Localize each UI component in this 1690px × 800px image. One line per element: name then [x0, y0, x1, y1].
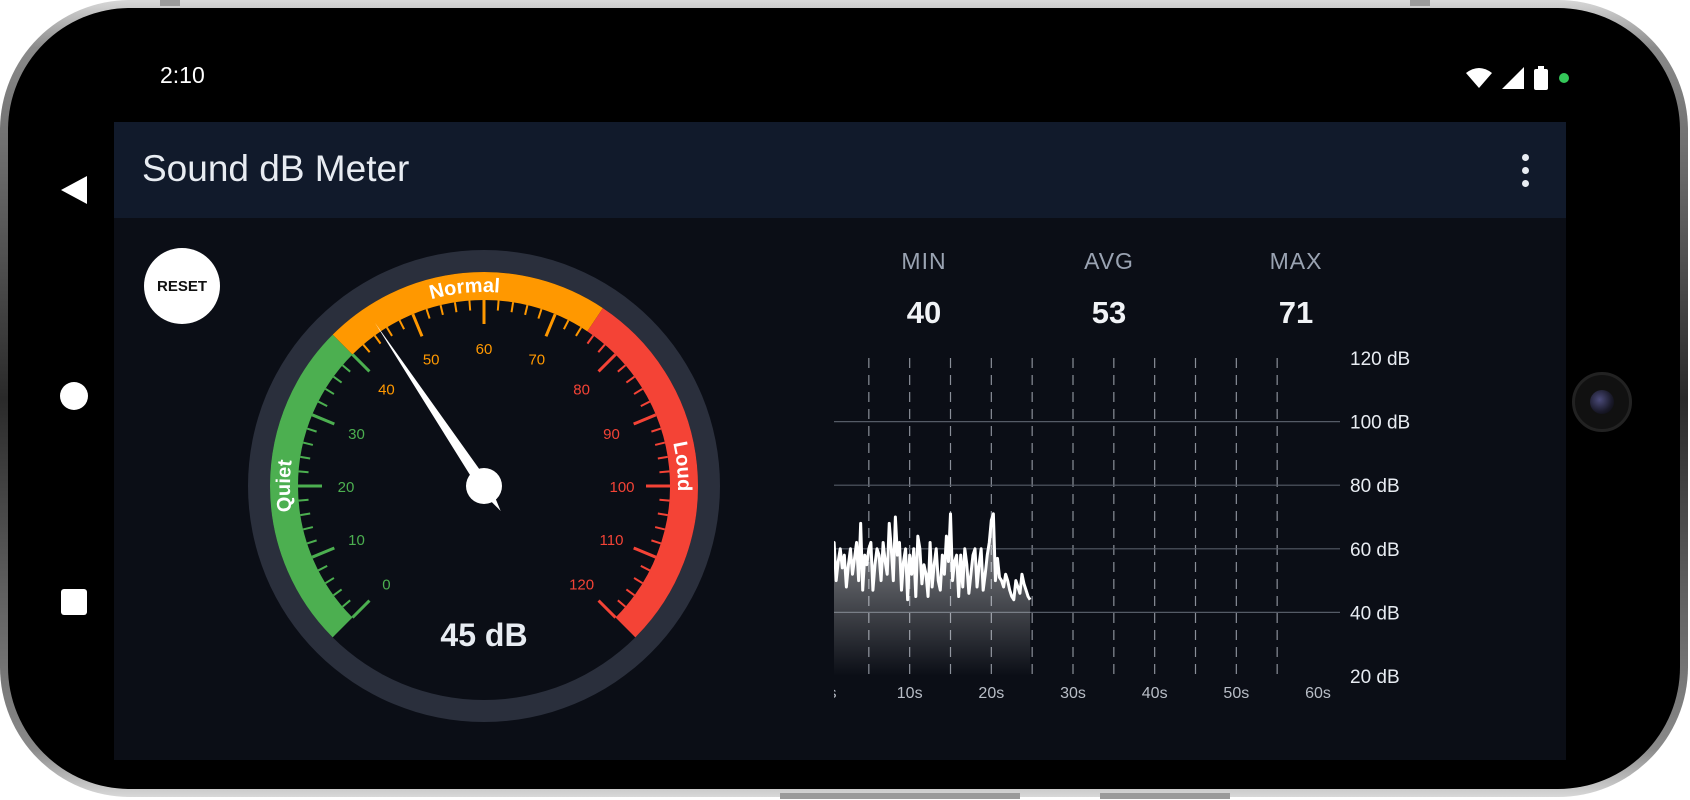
app-bar: Sound dB Meter — [114, 122, 1566, 218]
chart-x-tick-label: 50s — [1223, 685, 1249, 702]
stat-max-value: 71 — [1278, 295, 1314, 330]
phone-device: 2:10 Sound dB Meter RESET Quiet Normal L… — [0, 0, 1690, 800]
volume-button — [160, 0, 180, 6]
app-window: Sound dB Meter RESET Quiet Normal Loud 0 10 2… — [114, 122, 1566, 760]
chart-y-tick-label: 40 dB — [1350, 603, 1400, 624]
front-camera — [1572, 372, 1632, 432]
app-title: Sound dB Meter — [142, 148, 410, 189]
stat-min: MIN 40 — [854, 248, 994, 331]
gauge-needle-hub — [466, 468, 502, 504]
wifi-icon — [1466, 68, 1492, 88]
gauge-minor-tick — [468, 300, 472, 311]
chart-y-tick-label: 20 dB — [1350, 667, 1400, 688]
chart-y-tick-label: 80 dB — [1350, 476, 1400, 497]
reset-button[interactable]: RESET — [144, 248, 220, 324]
status-icons — [1466, 66, 1570, 90]
signal-icon — [1502, 67, 1524, 89]
privacy-dot-icon — [1559, 73, 1569, 83]
db-gauge: QuietNormalLoud0102030405060708090100110… — [248, 250, 720, 722]
status-time: 2:10 — [160, 62, 205, 88]
gauge-tick-label: 70 — [528, 352, 545, 369]
status-bar: 2:10 — [160, 62, 1570, 94]
side-button-bottom-right — [1100, 793, 1230, 799]
chart-y-tick-label: 60 dB — [1350, 540, 1400, 561]
overflow-menu-button[interactable] — [1510, 150, 1540, 190]
recents-button[interactable] — [52, 580, 96, 624]
chart-x-tick-label: 30s — [1060, 685, 1086, 702]
home-button[interactable] — [52, 374, 96, 418]
side-button-bottom-left — [780, 793, 1020, 799]
stats-panel: MIN 40 AVG 53 MAX 71 — [854, 248, 1454, 338]
home-icon — [60, 382, 88, 410]
chart-x-tick-label: 40s — [1142, 685, 1168, 702]
chart-x-tick-label: 20s — [978, 685, 1004, 702]
stat-max-label: MAX — [1269, 248, 1323, 274]
stat-min-label: MIN — [901, 248, 947, 274]
gauge-minor-tick — [298, 470, 309, 474]
gauge-minor-tick — [298, 498, 309, 502]
stat-avg-label: AVG — [1084, 248, 1134, 274]
camera-lens — [1590, 390, 1614, 414]
gauge-minor-tick — [496, 300, 500, 311]
gauge-tick-label: 0 — [382, 577, 390, 594]
chart-y-tick-label: 100 dB — [1350, 413, 1410, 434]
db-history-chart: 20 dB 40 dB 60 dB 80 dB 100 dB 120 dB 0s 10s 20s… — [834, 349, 1410, 702]
chart-series-area — [834, 513, 1031, 676]
gauge-tick-label: 40 — [378, 381, 395, 398]
power-button — [1410, 0, 1430, 6]
chart-y-tick-label: 120 dB — [1350, 349, 1410, 370]
stat-min-value: 40 — [906, 295, 942, 330]
gauge-minor-tick — [659, 498, 670, 502]
chart-x-tick-label: 60s — [1305, 685, 1331, 702]
more-vert-icon — [1521, 153, 1529, 187]
stat-avg-value: 53 — [1091, 295, 1127, 330]
gauge-tick-label: 110 — [600, 532, 624, 549]
gauge-tick-label: 10 — [348, 532, 365, 549]
gauge-tick-label: 50 — [423, 352, 440, 369]
stat-max: MAX 71 — [1226, 248, 1366, 331]
back-icon — [61, 176, 87, 204]
gauge-tick-label: 20 — [338, 479, 355, 496]
gauge-tick-label: 80 — [573, 381, 590, 398]
battery-icon — [1534, 66, 1548, 90]
chart-x-tick-label: 10s — [897, 685, 923, 702]
gauge-tick-label: 30 — [348, 426, 365, 443]
gauge-tick-label: 60 — [476, 341, 493, 358]
gauge-tick-label: 100 — [609, 479, 634, 496]
back-button[interactable] — [52, 168, 96, 212]
gauge-tick-label: 120 — [569, 577, 594, 594]
stat-avg: AVG 53 — [1039, 248, 1179, 331]
recents-icon — [61, 589, 87, 615]
gauge-tick-label: 90 — [603, 426, 620, 443]
navigation-bar — [52, 160, 96, 620]
gauge-minor-tick — [659, 470, 670, 474]
chart-x-tick-label: 0s — [834, 685, 836, 702]
gauge-reading: 45 dB — [440, 617, 527, 653]
